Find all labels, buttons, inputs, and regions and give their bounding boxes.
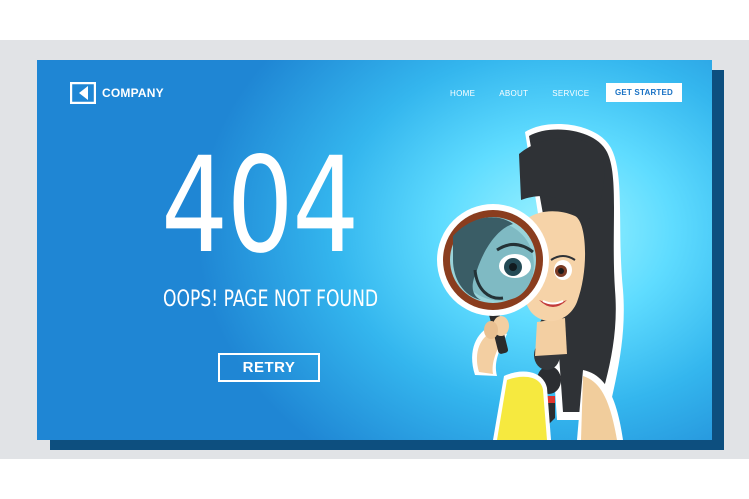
error-message: OOPS! PAGE NOT FOUND (163, 287, 379, 312)
nav-about[interactable]: ABOUT (499, 89, 528, 98)
main-nav: HOME ABOUT SERVICE (450, 89, 589, 98)
nav-service[interactable]: SERVICE (552, 89, 589, 98)
error-code: 404 (161, 129, 359, 283)
company-logo[interactable]: COMPANY (70, 82, 164, 104)
magnifying-glass-icon (437, 204, 549, 354)
logo-text: COMPANY (102, 86, 164, 100)
retry-button[interactable]: RETRY (218, 353, 320, 382)
logo-icon (70, 82, 96, 104)
nav-home[interactable]: HOME (450, 89, 475, 98)
landing-page: COMPANY HOME ABOUT SERVICE GET STARTED 4… (37, 60, 712, 440)
girl-with-magnifier-illustration (437, 124, 624, 440)
get-started-button[interactable]: GET STARTED (606, 83, 682, 102)
